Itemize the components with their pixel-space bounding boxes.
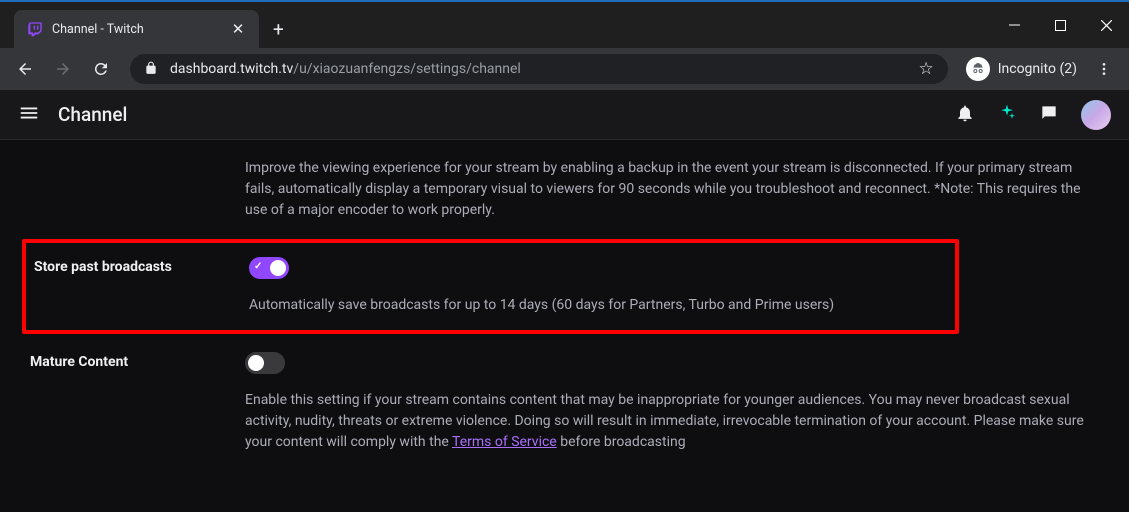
- check-icon: ✓: [254, 261, 262, 272]
- setting-row-mature-content: Mature Content Enable this setting if yo…: [30, 334, 1099, 471]
- notifications-icon[interactable]: [955, 103, 975, 127]
- header-actions: [955, 100, 1111, 130]
- setting-description: Automatically save broadcasts for up to …: [249, 295, 947, 316]
- highlight-box: Store past broadcasts ✓ Automatically sa…: [22, 239, 959, 334]
- window-titlebar: Channel - Twitch ✕ +: [0, 0, 1129, 48]
- setting-label: Store past broadcasts: [34, 257, 249, 316]
- minimize-button[interactable]: [991, 2, 1037, 48]
- store-broadcasts-toggle[interactable]: ✓: [249, 257, 289, 279]
- mature-content-toggle[interactable]: [245, 352, 285, 374]
- toggle-knob: [248, 355, 264, 371]
- browser-tab[interactable]: Channel - Twitch ✕: [14, 10, 259, 48]
- back-button[interactable]: [8, 52, 42, 86]
- incognito-indicator[interactable]: Incognito (2): [966, 57, 1077, 81]
- user-avatar[interactable]: [1081, 100, 1111, 130]
- setting-label: [30, 158, 245, 221]
- sparkles-icon[interactable]: [997, 103, 1017, 127]
- tab-close-button[interactable]: ✕: [229, 20, 247, 38]
- page-header: Channel: [0, 90, 1129, 140]
- setting-description: Improve the viewing experience for your …: [245, 158, 1095, 221]
- incognito-label: Incognito (2): [998, 61, 1077, 77]
- maximize-button[interactable]: [1037, 2, 1083, 48]
- forward-button[interactable]: [46, 52, 80, 86]
- setting-label: Mature Content: [30, 352, 245, 453]
- new-tab-button[interactable]: +: [259, 10, 298, 48]
- window-controls: [991, 2, 1129, 48]
- tos-link[interactable]: Terms of Service: [452, 434, 557, 450]
- twitch-favicon: [26, 20, 44, 38]
- address-bar[interactable]: dashboard.twitch.tv/u/xiaozuanfengzs/set…: [130, 54, 948, 84]
- browser-toolbar: dashboard.twitch.tv/u/xiaozuanfengzs/set…: [0, 48, 1129, 90]
- whispers-icon[interactable]: [1039, 103, 1059, 127]
- toggle-knob: [270, 260, 286, 276]
- tab-title: Channel - Twitch: [52, 22, 221, 37]
- close-window-button[interactable]: [1083, 2, 1129, 48]
- bookmark-star-icon[interactable]: ☆: [918, 59, 933, 79]
- setting-description: Enable this setting if your stream conta…: [245, 390, 1095, 453]
- hamburger-menu-button[interactable]: [18, 102, 40, 128]
- page-title: Channel: [58, 103, 127, 126]
- incognito-icon: [966, 57, 990, 81]
- browser-menu-button[interactable]: [1087, 52, 1121, 86]
- lock-icon: [144, 60, 158, 79]
- url-text: dashboard.twitch.tv/u/xiaozuanfengzs/set…: [170, 61, 906, 77]
- settings-body: Improve the viewing experience for your …: [0, 140, 1129, 512]
- reload-button[interactable]: [84, 52, 118, 86]
- twitch-page: Channel Improve the viewing experience f…: [0, 90, 1129, 512]
- setting-row-store-broadcasts: Store past broadcasts ✓ Automatically sa…: [26, 257, 947, 316]
- setting-row-disconnect: Improve the viewing experience for your …: [30, 158, 1099, 239]
